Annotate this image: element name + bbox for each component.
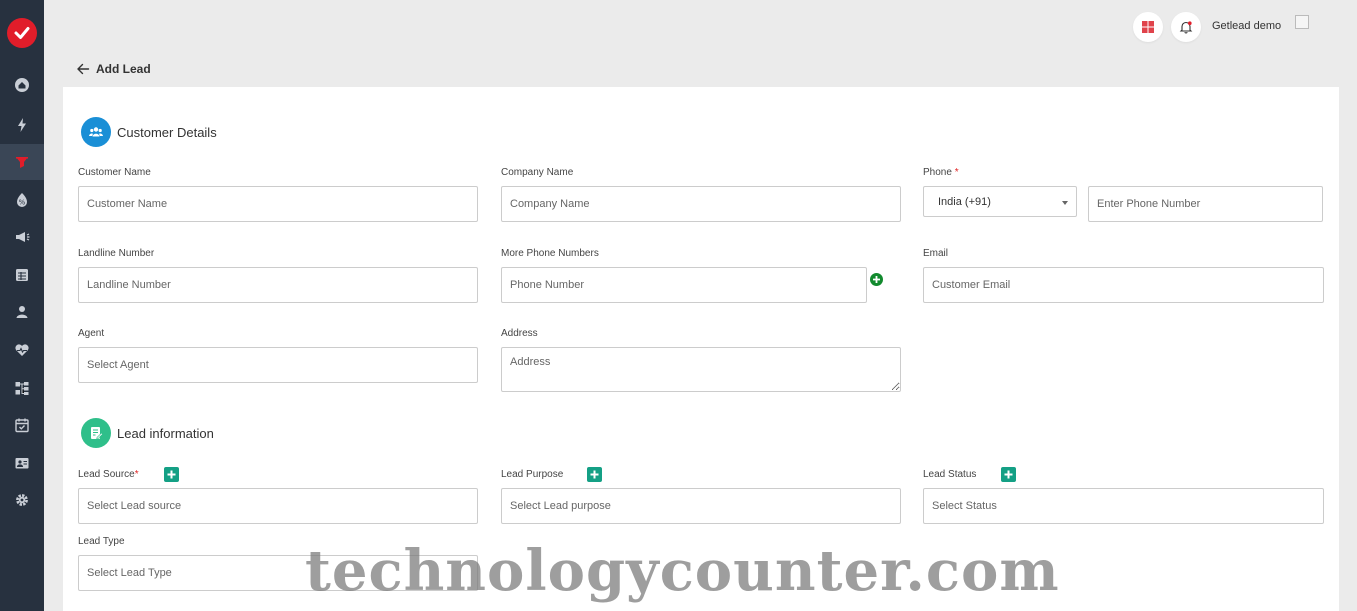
country-code-value: India (+91) — [938, 195, 991, 208]
phone-label-text: Phone — [923, 167, 952, 178]
lead-source-select[interactable] — [78, 488, 478, 524]
lead-source-label: Lead Source* — [78, 469, 139, 480]
avatar[interactable] — [1295, 15, 1309, 29]
country-code-select[interactable]: India (+91) — [923, 186, 1077, 217]
add-lead-purpose-button[interactable] — [587, 467, 602, 482]
phone-number-input[interactable] — [1088, 186, 1323, 222]
agent-label: Agent — [78, 328, 105, 339]
lead-source-label-text: Lead Source — [78, 469, 135, 480]
megaphone-icon — [16, 232, 30, 242]
brand-logo[interactable] — [7, 18, 37, 48]
lead-information-header: Lead information — [81, 418, 214, 448]
page-title: Add Lead — [96, 62, 151, 76]
apps-grid-icon — [1142, 21, 1154, 33]
more-phone-input[interactable] — [501, 267, 867, 303]
section-title: Lead information — [117, 425, 214, 441]
sidebar-item-health[interactable] — [0, 332, 44, 368]
phone-label: Phone * — [923, 167, 959, 178]
sidebar-item-leads[interactable] — [0, 144, 44, 180]
email-label: Email — [923, 248, 949, 259]
tag-icon: % — [17, 193, 27, 207]
user-icon — [16, 306, 28, 318]
add-lead-source-button[interactable] — [164, 467, 179, 482]
lead-purpose-label: Lead Purpose — [501, 469, 564, 480]
customer-name-label: Customer Name — [78, 167, 151, 178]
sidebar-item-home[interactable] — [0, 67, 44, 103]
lead-purpose-select[interactable] — [501, 488, 901, 524]
lead-status-label: Lead Status — [923, 469, 977, 480]
svg-text:%: % — [19, 199, 26, 207]
add-lead-status-button[interactable] — [1001, 467, 1016, 482]
sidebar-item-contacts[interactable] — [0, 294, 44, 330]
plus-icon — [167, 470, 176, 479]
lead-status-select[interactable] — [923, 488, 1324, 524]
address-label: Address — [501, 328, 538, 339]
sidebar-item-settings[interactable] — [0, 482, 44, 518]
home-icon — [15, 78, 29, 92]
notification-bell-icon — [1179, 21, 1193, 34]
landline-label: Landline Number — [78, 248, 155, 259]
email-input[interactable] — [923, 267, 1324, 303]
customer-details-header: Customer Details — [81, 117, 217, 147]
checkmark-logo-icon — [14, 27, 30, 39]
add-lead-form-card: Customer Details Customer Name Company N… — [63, 87, 1339, 611]
sidebar-item-tasks[interactable] — [0, 257, 44, 293]
section-title: Customer Details — [117, 124, 217, 140]
sidebar-item-workflow[interactable] — [0, 370, 44, 406]
landline-input[interactable] — [78, 267, 478, 303]
apps-grid-button[interactable] — [1133, 12, 1163, 42]
bolt-icon — [18, 118, 26, 132]
id-card-icon — [15, 458, 29, 469]
lead-type-select[interactable] — [78, 555, 478, 591]
more-phone-label: More Phone Numbers — [501, 248, 599, 259]
edit-document-icon — [81, 418, 111, 448]
customer-name-input[interactable] — [78, 186, 478, 222]
plus-icon — [590, 470, 599, 479]
company-name-input[interactable] — [501, 186, 901, 222]
plus-icon — [1004, 470, 1013, 479]
sidebar-item-deals[interactable]: % — [0, 182, 44, 218]
user-name[interactable]: Getlead demo — [1212, 20, 1281, 32]
required-mark: * — [954, 167, 959, 178]
lead-type-label: Lead Type — [78, 536, 125, 547]
agent-select[interactable] — [78, 347, 478, 383]
required-mark: * — [134, 469, 139, 480]
back-link[interactable]: Add Lead — [76, 62, 151, 76]
address-textarea[interactable] — [501, 347, 901, 392]
sidebar-item-campaigns[interactable] — [0, 219, 44, 255]
funnel-icon — [16, 157, 28, 168]
sidebar-item-reports[interactable] — [0, 445, 44, 481]
arrow-left-icon — [77, 63, 90, 75]
sidebar: % — [0, 0, 44, 611]
table-icon — [16, 269, 28, 281]
gear-icon — [16, 494, 28, 506]
plus-icon — [873, 276, 880, 283]
add-phone-button[interactable] — [870, 273, 883, 286]
caret-down-icon — [1062, 201, 1068, 205]
calendar-check-icon — [15, 418, 29, 433]
sidebar-item-calendar[interactable] — [0, 407, 44, 443]
users-group-icon — [81, 117, 111, 147]
notifications-button[interactable] — [1171, 12, 1201, 42]
workflow-icon — [15, 382, 29, 395]
company-name-label: Company Name — [501, 167, 574, 178]
heart-pulse-icon — [15, 344, 29, 356]
sidebar-item-activity[interactable] — [0, 107, 44, 143]
